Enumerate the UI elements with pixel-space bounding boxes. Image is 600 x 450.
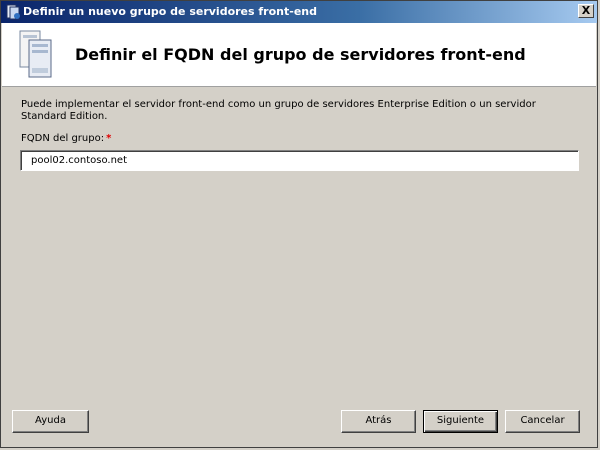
wizard-window: Definir un nuevo grupo de servidores fro…: [0, 0, 598, 448]
close-button[interactable]: X: [578, 4, 594, 18]
app-icon: [5, 4, 21, 20]
wizard-header: Definir el FQDN del grupo de servidores …: [2, 23, 596, 87]
window-title: Definir un nuevo grupo de servidores fro…: [23, 5, 317, 18]
cancel-button[interactable]: Cancelar: [505, 410, 580, 433]
next-button[interactable]: Siguiente: [423, 410, 498, 433]
description-text: Puede implementar el servidor front-end …: [21, 99, 536, 122]
close-icon: X: [581, 4, 591, 17]
page-title: Definir el FQDN del grupo de servidores …: [75, 45, 526, 64]
back-button[interactable]: Atrás: [341, 410, 416, 433]
fqdn-label-text: FQDN del grupo:: [21, 133, 105, 144]
help-button[interactable]: Ayuda: [12, 410, 89, 433]
fqdn-input[interactable]: [20, 150, 579, 171]
required-marker: *: [106, 133, 112, 144]
title-bar: Definir un nuevo grupo de servidores fro…: [1, 1, 597, 23]
fqdn-label: FQDN del grupo: *: [21, 133, 111, 144]
server-icon: [18, 29, 54, 79]
